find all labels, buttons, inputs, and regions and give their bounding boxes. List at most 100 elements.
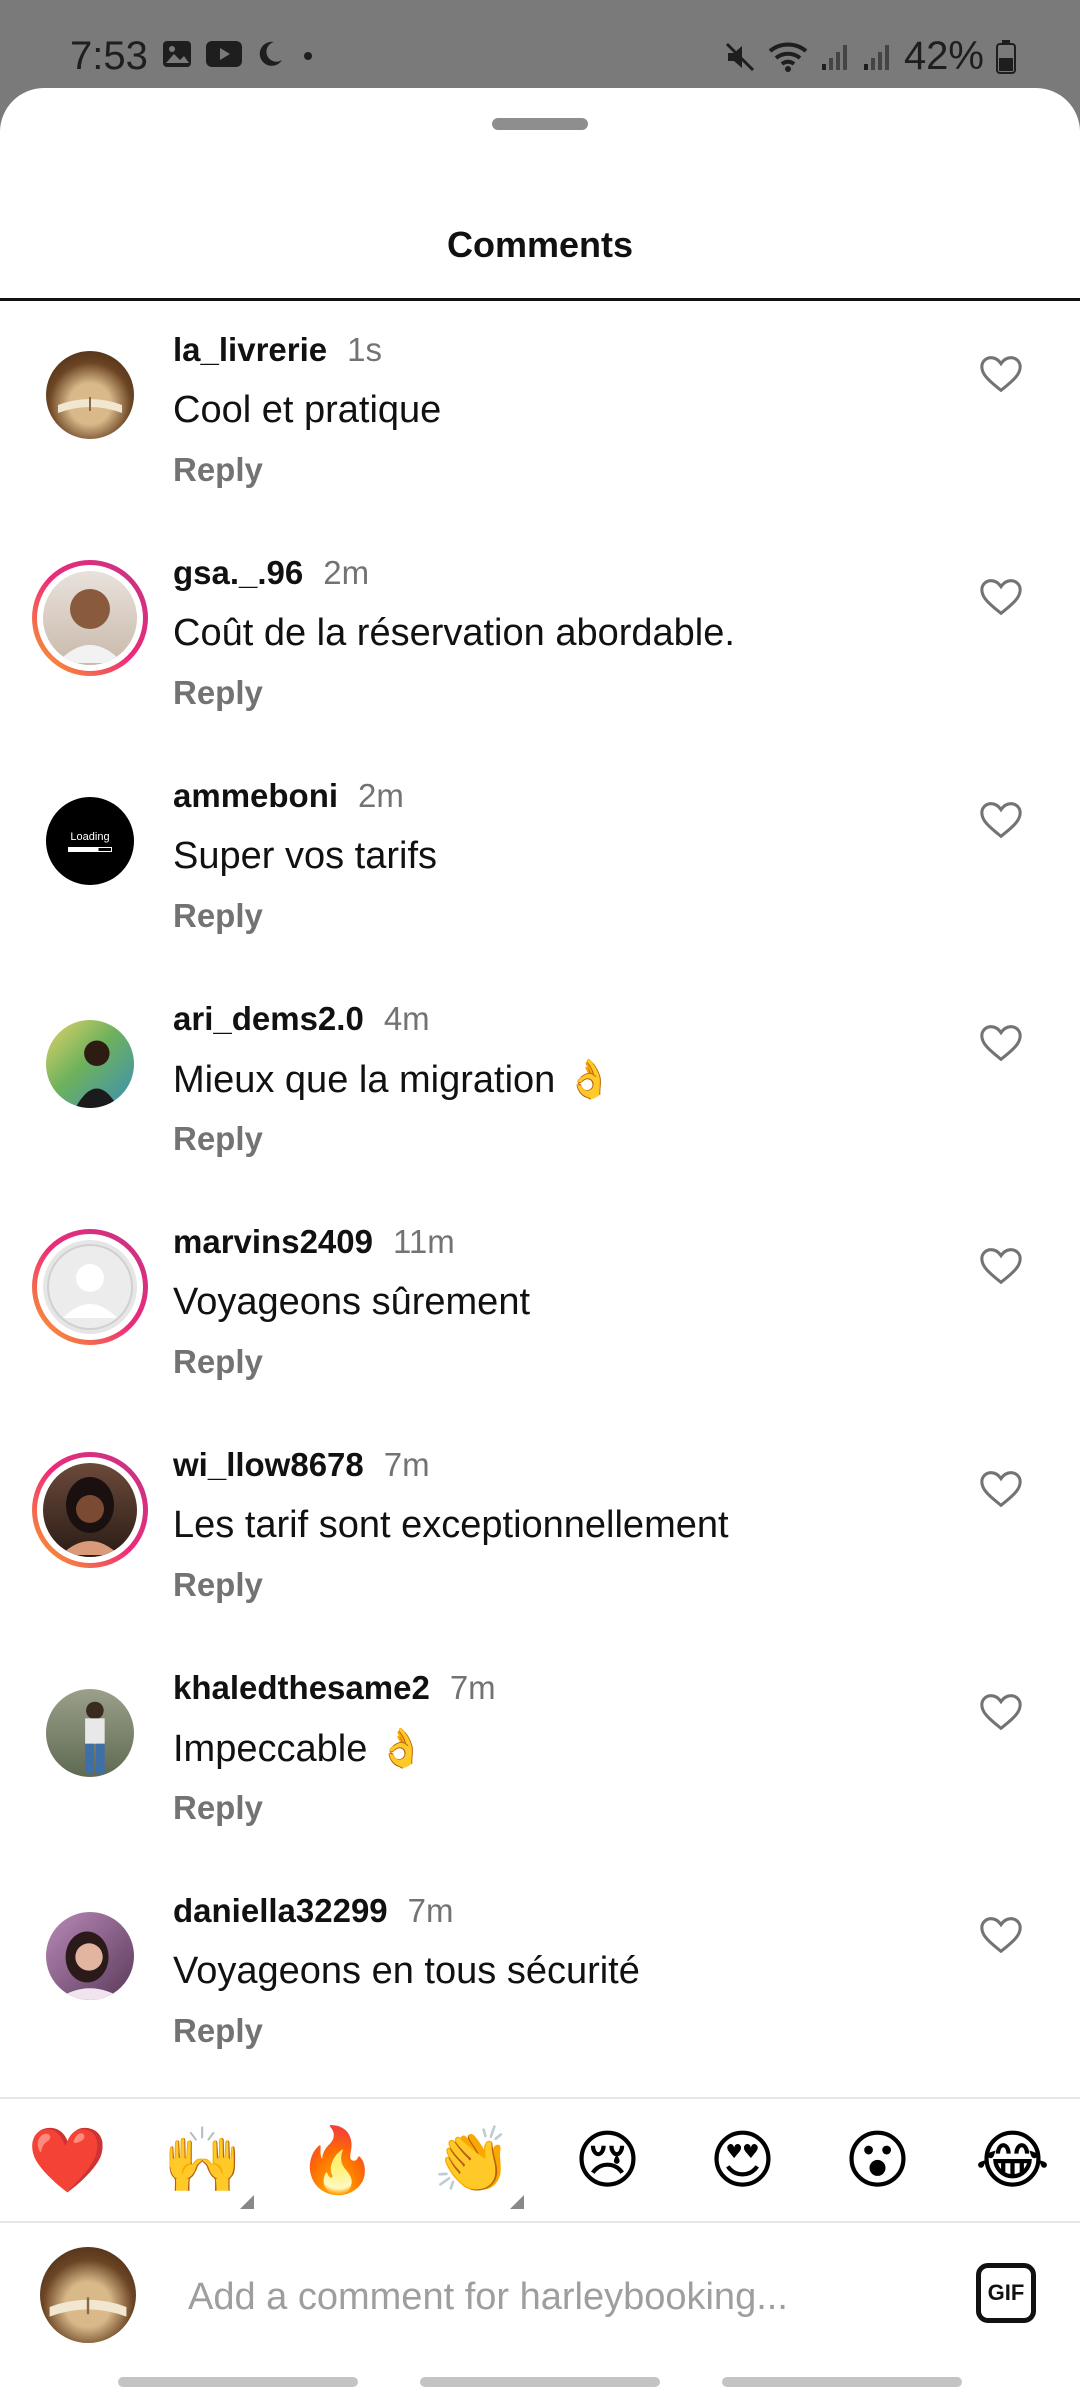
comment-text: Voyageons sûrement [173,1281,531,1323]
status-time: 7:53 [70,34,148,78]
gif-button[interactable]: GIF [976,2263,1036,2323]
notification-icons [162,40,318,68]
comment-time: 1s [347,331,382,368]
reply-button[interactable]: Reply [173,674,263,712]
clapping-emoji: 👏 [432,2124,513,2196]
comment-item: la_livrerie 1s Cool et pratique Reply [0,301,1080,524]
mute-icon [725,42,754,71]
reply-button[interactable]: Reply [173,1343,263,1381]
avatar[interactable] [32,337,148,453]
avatar[interactable]: Loading [32,783,148,899]
battery-percent: 42% [903,34,984,78]
avatar-story-ring[interactable] [32,1229,148,1345]
comment-text: Voyageons en tous sécurité [173,1950,640,1992]
person-photo [55,1931,125,2000]
surprised-emoji-button[interactable]: 😮 [833,2115,923,2205]
system-nav-bar [0,2363,1080,2400]
heart-icon[interactable] [978,1466,1024,1512]
comment-text: Cool et pratique [173,389,442,431]
emoji-reaction-bar: ❤️ 🙌 🔥 👏 😢 😍 😮 😂 [0,2097,1080,2223]
heart-eyes-emoji-button[interactable]: 😍 [698,2115,788,2205]
comment-time: 7m [383,1446,430,1483]
youtube-icon [206,41,242,67]
avatar-loading-text: Loading [70,830,110,843]
comment-text: Super vos tarifs [173,835,437,877]
moon-icon [259,41,282,66]
comment-item: daniella32299 7m Voyageons en tous sécuri… [0,1862,1080,2085]
skin-tone-indicator-icon [509,2195,524,2209]
comment-username[interactable]: marvins2409 [173,1223,373,1260]
current-user-avatar [40,2247,136,2343]
comment-username[interactable]: ari_dems2.0 [173,1000,364,1037]
comment-item: wi_llow8678 7m Les tarif sont exceptionne… [0,1416,1080,1639]
clapping-emoji-button[interactable]: 👏 [428,2115,524,2209]
comment-item: gsa._.96 2m Coût de la réservation aborda… [0,524,1080,747]
battery-icon [996,39,1016,74]
heart-emoji-button[interactable]: ❤️ [23,2115,113,2205]
reply-button[interactable]: Reply [173,1789,263,1827]
book-image [49,2297,127,2317]
comment-text: Les tarif sont exceptionnellement [173,1504,729,1546]
raising-hands-emoji: 🙌 [162,2124,243,2196]
comment-time: 7m [407,1892,454,1929]
comment-username[interactable]: daniella32299 [173,1892,388,1929]
person-photo [61,1477,119,1555]
system-icons: 42% [724,34,1016,79]
heart-icon[interactable] [978,1689,1024,1735]
avatar-story-ring[interactable] [32,560,148,676]
reply-button[interactable]: Reply [173,1566,263,1604]
default-avatar-icon [47,1244,133,1330]
drag-handle[interactable] [492,118,588,130]
avatar[interactable] [32,1006,148,1122]
comment-username[interactable]: wi_llow8678 [173,1446,364,1483]
comment-text: Mieux que la migration 👌 [173,1059,614,1101]
crying-emoji-button[interactable]: 😢 [563,2115,653,2205]
comment-item: marvins2409 11m Voyageons sûrement Reply [0,1193,1080,1416]
reply-button[interactable]: Reply [173,897,263,935]
comment-composer: GIF [0,2223,1080,2363]
avatar[interactable] [32,1675,148,1791]
comment-username[interactable]: gsa._.96 [173,554,303,591]
comment-time: 4m [383,1000,430,1037]
comment-username[interactable]: la_livrerie [173,331,327,368]
comment-username[interactable]: khaledthesame2 [173,1669,430,1706]
comment-list[interactable]: la_livrerie 1s Cool et pratique Reply gsa… [0,301,1080,2085]
laughing-emoji-button[interactable]: 😂 [968,2115,1058,2205]
reply-button[interactable]: Reply [173,1120,263,1158]
comment-item: khaledthesame2 7m Impeccable 👌 Reply [0,1639,1080,1862]
reply-button[interactable]: Reply [173,2012,263,2050]
image-icon [163,41,191,67]
heart-icon[interactable] [978,1243,1024,1289]
loading-bar [68,846,112,852]
reply-button[interactable]: Reply [173,451,263,489]
dot-icon [304,52,312,60]
comment-time: 7m [449,1669,496,1706]
heart-icon[interactable] [978,574,1024,620]
status-bar: 7:53 42% [0,0,1080,88]
avatar-story-ring[interactable] [32,1452,148,1568]
avatar[interactable] [32,1898,148,2014]
heart-icon[interactable] [978,351,1024,397]
comment-time: 2m [358,777,404,814]
comment-username[interactable]: ammeboni [173,777,338,814]
signal-icon [863,44,889,70]
skin-tone-indicator-icon [239,2195,254,2209]
heart-icon[interactable] [978,1020,1024,1066]
comment-item: ari_dems2.0 4m Mieux que la migration 👌 R… [0,970,1080,1193]
heart-icon[interactable] [978,797,1024,843]
nav-recents-button[interactable] [118,2377,358,2387]
wifi-icon [768,42,808,72]
page-title: Comments [446,224,634,265]
fire-emoji-button[interactable]: 🔥 [293,2115,383,2205]
comment-time: 2m [323,554,370,591]
nav-home-button[interactable] [420,2377,660,2387]
raising-hands-emoji-button[interactable]: 🙌 [158,2115,254,2209]
comment-item: Loading ammeboni 2m Super vos tarifs Repl… [0,747,1080,970]
person-photo [75,1040,119,1108]
comment-time: 11m [392,1223,455,1260]
comment-text: Impeccable 👌 [173,1728,426,1770]
comment-input[interactable] [188,2267,948,2327]
person-photo [85,1701,105,1774]
heart-icon[interactable] [978,1912,1024,1958]
nav-back-button[interactable] [722,2377,962,2387]
